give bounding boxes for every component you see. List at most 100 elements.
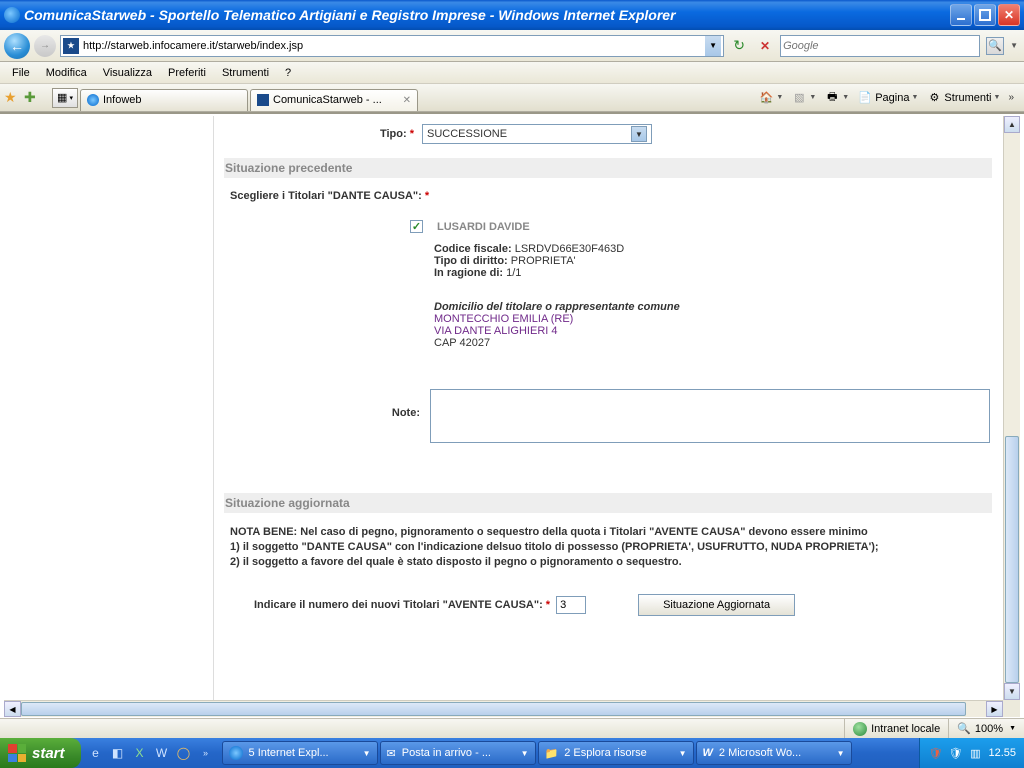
- tab-favicon-icon: [257, 94, 269, 106]
- taskbar-item-ie[interactable]: 5 Internet Expl... ▼: [222, 741, 378, 765]
- horizontal-scrollbar[interactable]: ◀ ▶: [4, 700, 1003, 717]
- menu-file[interactable]: File: [4, 65, 38, 81]
- zone-label: Intranet locale: [871, 723, 940, 735]
- add-favorite-icon[interactable]: ✚: [24, 89, 42, 107]
- taskbar-item-mail[interactable]: ✉ Posta in arrivo - ... ▼: [380, 741, 536, 765]
- nota-bene-text: NOTA BENE: Nel caso di pegno, pignoramen…: [230, 525, 992, 570]
- situazione-aggiornata-button[interactable]: Situazione Aggiornata: [638, 594, 795, 616]
- menu-edit[interactable]: Modifica: [38, 65, 95, 81]
- stop-button[interactable]: ✕: [754, 35, 776, 57]
- menu-tools[interactable]: Strumenti: [214, 65, 277, 81]
- minimize-button[interactable]: [950, 4, 972, 26]
- scroll-thumb[interactable]: [21, 702, 966, 716]
- quick-tabs-button[interactable]: ▦▾: [52, 88, 78, 108]
- tray-volume-icon[interactable]: ▥: [968, 746, 982, 760]
- address-bar-row: ← → ★ ▼ ↻ ✕ 🔍 ▼: [0, 30, 1024, 62]
- excel-quicklaunch-icon[interactable]: X: [131, 744, 149, 762]
- titolare-checkbox[interactable]: ✓: [410, 220, 423, 233]
- vertical-scrollbar[interactable]: ▲ ▼: [1003, 116, 1020, 700]
- tray-icon[interactable]: 🛡: [928, 746, 942, 760]
- print-button[interactable]: 🖶▼: [824, 90, 849, 106]
- chevron-down-icon: ▼: [1009, 725, 1016, 732]
- window-titlebar: ComunicaStarweb - Sportello Telematico A…: [0, 0, 1024, 30]
- scroll-down-icon[interactable]: ▼: [1004, 683, 1020, 700]
- codice-fiscale-row: Codice fiscale: LSRDVD66E30F463D: [434, 243, 992, 255]
- chevron-down-icon: ▼: [679, 749, 687, 758]
- main-content: Tipo: * SUCCESSIONE ▼ Situazione precede…: [214, 116, 1020, 700]
- page-icon: 📄: [857, 90, 873, 106]
- tipo-diritto-row: Tipo di diritto: PROPRIETA': [434, 255, 992, 267]
- scroll-thumb[interactable]: [1005, 436, 1019, 683]
- scroll-up-icon[interactable]: ▲: [1004, 116, 1020, 133]
- tab-label: Infoweb: [103, 94, 142, 106]
- tab-infoweb[interactable]: Infoweb: [80, 89, 248, 111]
- home-button[interactable]: 🏠▼: [758, 90, 783, 106]
- windows-logo-icon: [8, 744, 26, 762]
- domicilio-line3: CAP 42027: [434, 337, 992, 349]
- domicilio-line2: VIA DANTE ALIGHIERI 4: [434, 325, 992, 337]
- word-quicklaunch-icon[interactable]: W: [153, 744, 171, 762]
- chevron-down-icon[interactable]: ▼: [631, 126, 647, 142]
- menu-help[interactable]: ?: [277, 65, 299, 81]
- address-bar[interactable]: ★ ▼: [60, 35, 724, 57]
- feeds-button[interactable]: ▧▼: [791, 90, 816, 106]
- tab-favicon-icon: [87, 94, 99, 106]
- url-dropdown-icon[interactable]: ▼: [705, 36, 721, 56]
- mail-icon: ✉: [387, 747, 396, 760]
- ie-quicklaunch-icon[interactable]: e: [87, 744, 105, 762]
- start-button[interactable]: start: [0, 738, 81, 768]
- task-label: 2 Esplora risorse: [564, 747, 647, 759]
- menu-favorites[interactable]: Preferiti: [160, 65, 214, 81]
- search-input[interactable]: [783, 40, 977, 52]
- url-input[interactable]: [83, 40, 705, 52]
- note-textarea[interactable]: [430, 389, 990, 443]
- quick-launch-overflow-icon[interactable]: »: [197, 744, 215, 762]
- page-menu-button[interactable]: 📄Pagina▼: [857, 90, 918, 106]
- section-precedente: Situazione precedente: [224, 158, 992, 178]
- clock[interactable]: 12.55: [988, 747, 1016, 759]
- tray-icon[interactable]: 🛡: [948, 746, 962, 760]
- tipo-label: Tipo: *: [224, 128, 414, 140]
- tools-label: Strumenti: [944, 92, 991, 104]
- search-dropdown-icon[interactable]: ▼: [1008, 41, 1020, 50]
- toolbar-overflow-icon[interactable]: »: [1008, 92, 1014, 103]
- status-bar: Intranet locale 🔍 100% ▼: [0, 718, 1024, 738]
- forward-button[interactable]: →: [34, 35, 56, 57]
- desktop-quicklaunch-icon[interactable]: ◧: [109, 744, 127, 762]
- rss-icon: ▧: [791, 90, 807, 106]
- tipo-select[interactable]: SUCCESSIONE ▼: [422, 124, 652, 144]
- ie-icon: [229, 746, 243, 760]
- quick-launch: e ◧ X W ◯ »: [81, 744, 221, 762]
- tools-menu-button[interactable]: ⚙Strumenti▼: [926, 90, 1000, 106]
- back-button[interactable]: ←: [4, 33, 30, 59]
- home-icon: 🏠: [758, 90, 774, 106]
- scroll-right-icon[interactable]: ▶: [986, 701, 1003, 717]
- site-favicon-icon: ★: [63, 38, 79, 54]
- num-titolari-input[interactable]: [556, 596, 586, 614]
- taskbar-item-word[interactable]: W 2 Microsoft Wo... ▼: [696, 741, 852, 765]
- note-label: Note:: [224, 389, 420, 419]
- task-label: Posta in arrivo - ...: [402, 747, 491, 759]
- security-zone[interactable]: Intranet locale: [844, 719, 948, 738]
- chevron-down-icon: ▼: [837, 749, 845, 758]
- domicilio-line1: MONTECCHIO EMILIA (RE): [434, 313, 992, 325]
- tab-close-icon[interactable]: ✕: [403, 95, 411, 106]
- windows-taskbar: start e ◧ X W ◯ » 5 Internet Expl... ▼ ✉…: [0, 738, 1024, 768]
- tab-comunicastarweb[interactable]: ComunicaStarweb - ... ✕: [250, 89, 418, 111]
- system-tray[interactable]: 🛡 🛡 ▥ 12.55: [919, 738, 1024, 768]
- menu-bar: File Modifica Visualizza Preferiti Strum…: [0, 62, 1024, 84]
- scegliere-label: Scegliere i Titolari "DANTE CAUSA": *: [230, 190, 992, 202]
- zoom-control[interactable]: 🔍 100% ▼: [948, 719, 1024, 738]
- content-sidebar: [4, 116, 214, 700]
- scroll-left-icon[interactable]: ◀: [4, 701, 21, 717]
- outlook-quicklaunch-icon[interactable]: ◯: [175, 744, 193, 762]
- menu-view[interactable]: Visualizza: [95, 65, 160, 81]
- gear-icon: ⚙: [926, 90, 942, 106]
- search-go-button[interactable]: 🔍: [986, 37, 1004, 55]
- search-box[interactable]: [780, 35, 980, 57]
- refresh-button[interactable]: ↻: [728, 35, 750, 57]
- taskbar-item-explorer[interactable]: 📁 2 Esplora risorse ▼: [538, 741, 694, 765]
- favorites-star-icon[interactable]: ★: [4, 89, 22, 107]
- maximize-button[interactable]: [974, 4, 996, 26]
- close-button[interactable]: ✕: [998, 4, 1020, 26]
